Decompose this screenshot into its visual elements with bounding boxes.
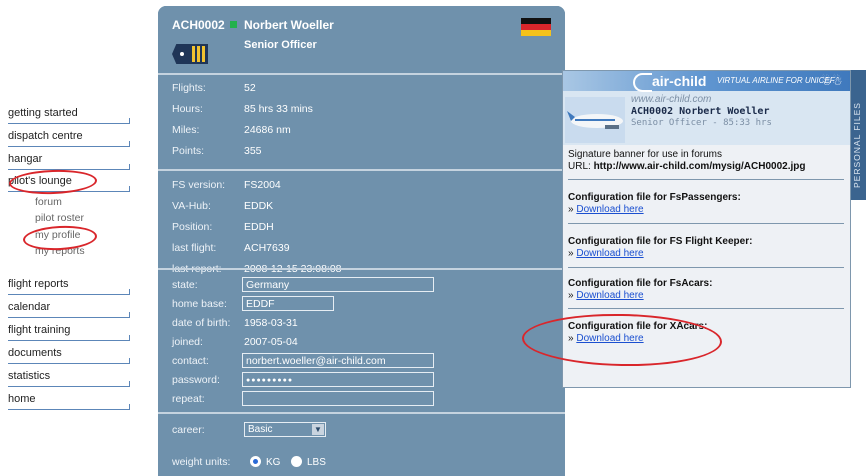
left-navigation: getting started dispatch centre hangar p… bbox=[0, 0, 150, 476]
chevron-down-icon: ▼ bbox=[312, 424, 324, 435]
nav-hangar[interactable]: hangar bbox=[8, 152, 130, 170]
config-fsacars: Configuration file for FsAcars: » Downlo… bbox=[568, 278, 713, 301]
config-fspassengers: Configuration file for FsPassengers: » D… bbox=[568, 192, 741, 215]
radio-lbs[interactable] bbox=[291, 456, 302, 467]
info-position: Position: EDDH bbox=[172, 221, 274, 233]
pilot-id: ACH0002 bbox=[172, 18, 225, 32]
radio-lbs-label: LBS bbox=[307, 457, 326, 468]
contact-input[interactable]: norbert.woeller@air-child.com bbox=[242, 353, 434, 368]
airplane-icon bbox=[565, 97, 625, 143]
field-joined: joined: 2007-05-04 bbox=[172, 336, 298, 348]
info-last-flight: last flight: ACH7639 bbox=[172, 242, 290, 254]
subnav-pilot-roster[interactable]: pilot roster bbox=[35, 212, 84, 224]
nav-flight-training[interactable]: flight training bbox=[8, 323, 130, 341]
radio-kg[interactable] bbox=[250, 456, 261, 467]
nav-home[interactable]: home bbox=[8, 392, 130, 410]
banner-url: www.air-child.com bbox=[631, 94, 712, 105]
nav-label: flight training bbox=[8, 324, 71, 336]
profile-header: ACH0002 Norbert Woeller Senior Officer bbox=[158, 6, 565, 73]
home-base-input[interactable]: EDDF bbox=[242, 296, 334, 311]
download-flightkeeper-link[interactable]: Download here bbox=[576, 248, 643, 259]
banner-pilot-name: ACH0002 Norbert Woeller bbox=[631, 106, 770, 117]
children-icon: ☃☃ bbox=[821, 74, 843, 88]
field-dob: date of birth: 1958-03-31 bbox=[172, 317, 298, 329]
stat-miles: Miles: 24686 nm bbox=[172, 124, 291, 136]
field-career: career: Basic ▼ bbox=[158, 421, 565, 441]
nav-label: flight reports bbox=[8, 278, 69, 290]
nav-calendar[interactable]: calendar bbox=[8, 300, 130, 318]
nav-label: statistics bbox=[8, 370, 51, 382]
banner-pilot-rank: Senior Officer - 85:33 hrs bbox=[631, 118, 772, 128]
config-xacars: Configuration file for XAcars: » Downloa… bbox=[568, 321, 708, 344]
pilot-rank: Senior Officer bbox=[244, 39, 317, 51]
brand-logo: air-child bbox=[633, 73, 706, 92]
nav-documents[interactable]: documents bbox=[8, 346, 130, 364]
field-repeat: repeat: bbox=[158, 390, 565, 410]
subnav-my-profile[interactable]: my profile bbox=[35, 229, 81, 241]
info-fs-version: FS version: FS2004 bbox=[172, 179, 281, 191]
subnav-my-reports[interactable]: my reports bbox=[35, 245, 85, 257]
download-fsacars-link[interactable]: Download here bbox=[576, 290, 643, 301]
nav-dispatch-centre[interactable]: dispatch centre bbox=[8, 129, 130, 147]
nav-label: dispatch centre bbox=[8, 130, 83, 142]
rank-insignia-icon bbox=[172, 44, 208, 64]
signature-banner: air-child VIRTUAL AIRLINE FOR UNICEF ☃☃ … bbox=[563, 71, 850, 145]
career-select[interactable]: Basic ▼ bbox=[244, 422, 326, 437]
personal-files-label: PERSONAL FILES bbox=[852, 102, 862, 188]
download-fspassengers-link[interactable]: Download here bbox=[576, 204, 643, 215]
info-va-hub: VA-Hub: EDDK bbox=[172, 200, 274, 212]
nav-getting-started[interactable]: getting started bbox=[8, 106, 130, 124]
subnav-forum[interactable]: forum bbox=[35, 196, 62, 208]
nav-label: hangar bbox=[8, 153, 43, 165]
stat-hours: Hours: 85 hrs 33 mins bbox=[172, 103, 313, 115]
state-input[interactable]: Germany bbox=[242, 277, 434, 292]
field-weight-units: weight units: KG LBS bbox=[172, 456, 326, 468]
config-flightkeeper: Configuration file for FS Flight Keeper:… bbox=[568, 236, 753, 259]
field-contact: contact: norbert.woeller@air-child.com bbox=[158, 352, 565, 372]
stat-points: Points: 355 bbox=[172, 145, 262, 157]
online-status-icon bbox=[230, 21, 237, 28]
nav-label: calendar bbox=[8, 301, 51, 313]
profile-panel: ACH0002 Norbert Woeller Senior Officer F… bbox=[158, 6, 565, 476]
nav-label: getting started bbox=[8, 107, 78, 119]
nav-pilots-lounge[interactable]: pilot's lounge bbox=[8, 174, 130, 192]
brand-tagline: VIRTUAL AIRLINE FOR UNICEF bbox=[717, 76, 835, 85]
signature-panel: air-child VIRTUAL AIRLINE FOR UNICEF ☃☃ … bbox=[562, 70, 851, 388]
repeat-password-input[interactable] bbox=[242, 391, 434, 406]
pilot-name: Norbert Woeller bbox=[244, 18, 334, 32]
career-value: Basic bbox=[248, 424, 273, 435]
signature-info: Signature banner for use in forums URL: … bbox=[568, 149, 806, 172]
personal-files-tab[interactable]: PERSONAL FILES bbox=[851, 70, 866, 200]
stat-flights: Flights: 52 bbox=[172, 82, 256, 94]
signature-url: http://www.air-child.com/mysig/ACH0002.j… bbox=[593, 161, 806, 172]
nav-label: documents bbox=[8, 347, 62, 359]
field-password: password: ●●●●●●●●● bbox=[158, 371, 565, 391]
nav-flight-reports[interactable]: flight reports bbox=[8, 277, 130, 295]
field-state: state: Germany bbox=[158, 276, 565, 296]
nav-label: home bbox=[8, 393, 36, 405]
nav-statistics[interactable]: statistics bbox=[8, 369, 130, 387]
password-input[interactable]: ●●●●●●●●● bbox=[242, 372, 434, 387]
download-xacars-link[interactable]: Download here bbox=[576, 333, 643, 344]
nav-label: pilot's lounge bbox=[8, 175, 72, 187]
germany-flag-icon bbox=[521, 18, 551, 36]
radio-kg-label: KG bbox=[266, 457, 281, 468]
field-home-base: home base: EDDF bbox=[158, 295, 565, 315]
